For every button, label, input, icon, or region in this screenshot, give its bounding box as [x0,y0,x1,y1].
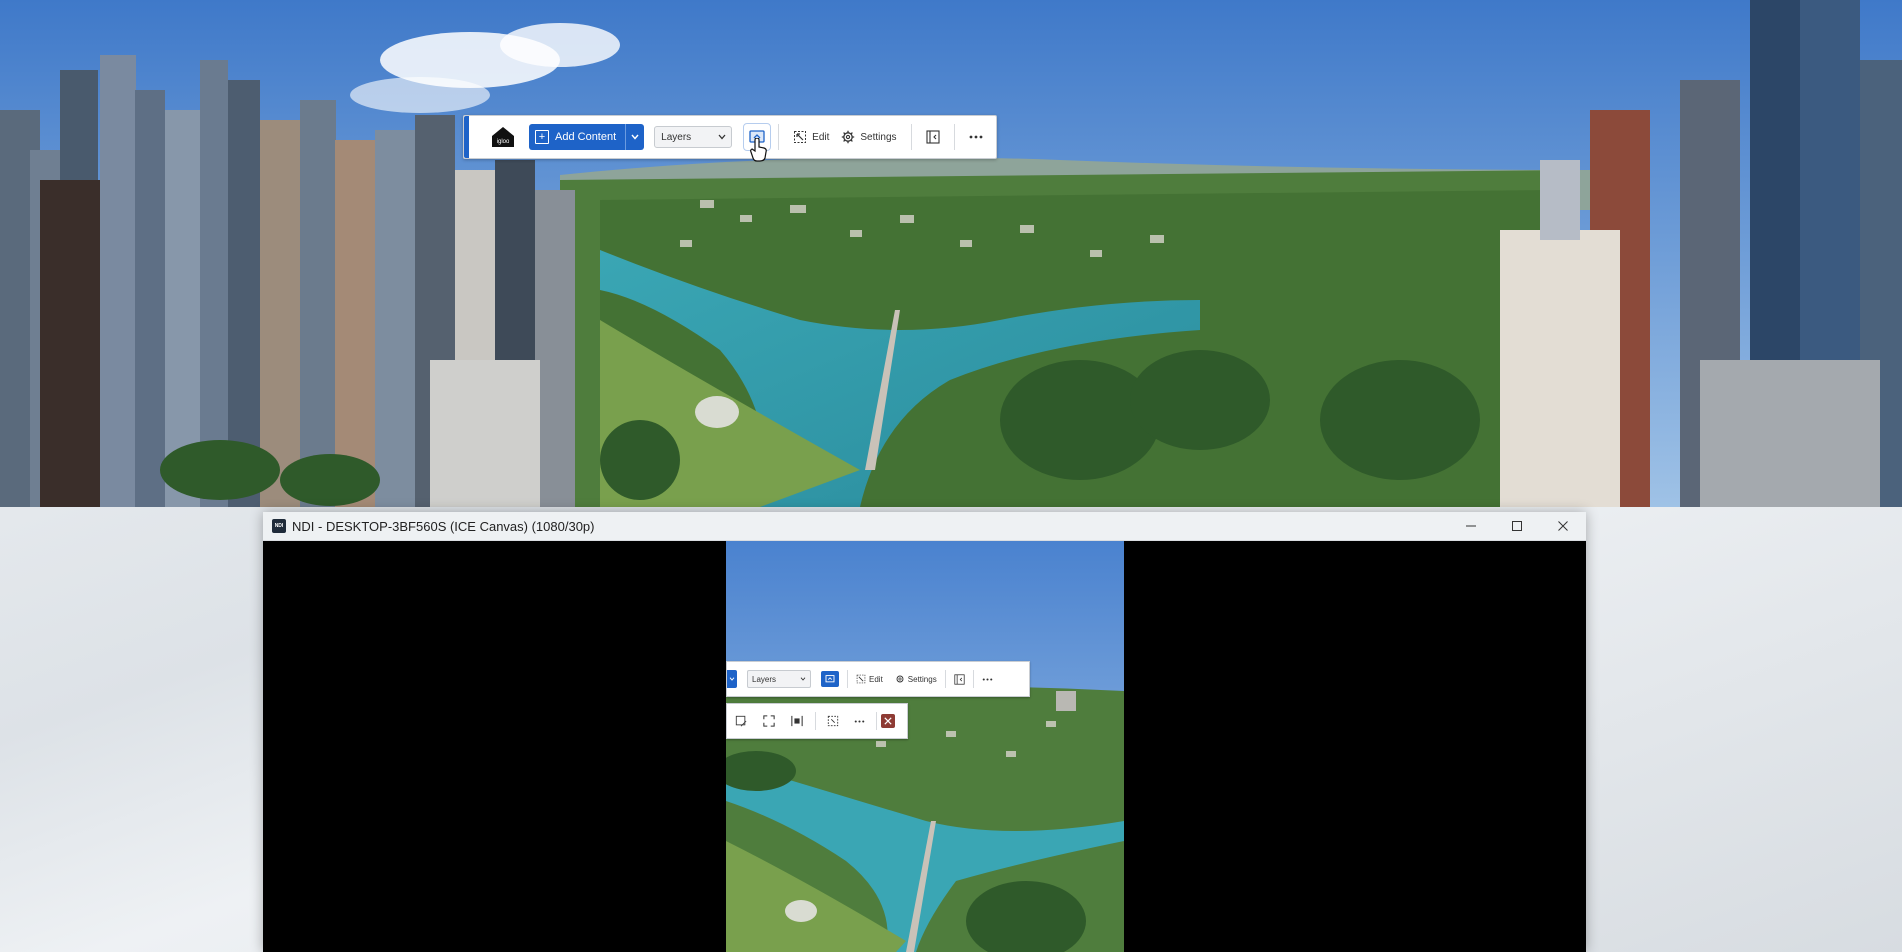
crop-icon [735,715,747,727]
chevron-down-icon [800,677,806,681]
maximize-button[interactable] [1494,512,1540,540]
mirrored-main-toolbar: Layers Edit Settings [726,661,1030,697]
settings-button[interactable]: Settings [835,124,902,150]
ndi-video-feed: Layers Edit Settings [726,541,1124,952]
mirrored-settings-label: Settings [907,674,937,684]
panorama-image [0,0,1902,507]
igloo-logo-icon: igloo [492,127,514,147]
select-icon [827,715,839,727]
edit-label: Edit [812,131,830,143]
window-title: NDI - DESKTOP-3BF560S (ICE Canvas) (1080… [292,518,595,534]
edit-icon [794,131,807,143]
mirrored-layers-select[interactable]: Layers [747,670,811,688]
gear-icon [842,130,855,144]
minimize-button[interactable] [1448,512,1494,540]
ndi-video-area: Layers Edit Settings [263,541,1586,952]
video-frame-image [726,541,1124,952]
mirrored-add-dropdown[interactable] [727,670,737,688]
screen-icon [825,675,835,683]
toolbar-divider [778,124,780,150]
toolbar-divider [815,712,816,730]
delete-icon [884,717,892,725]
fullscreen-button[interactable] [755,715,783,727]
toolbar-divider [953,124,955,150]
plus-icon: + [535,130,549,144]
window-controls [1448,512,1586,540]
add-content-button[interactable]: + Add Content [529,124,626,150]
toolbar-drag-handle[interactable] [464,116,469,158]
main-toolbar: igloo + Add Content Layers Edit Settings [463,115,997,159]
close-icon [1558,521,1568,531]
layers-select-value: Layers [661,131,692,143]
settings-label: Settings [860,131,897,143]
ndi-app-icon-text: NDI [274,523,284,529]
mirrored-edit-label: Edit [869,674,883,684]
toolbar-divider [972,670,974,688]
layers-select[interactable]: Layers [654,126,733,148]
edit-icon [856,674,866,684]
mirrored-edit-toolbar [726,703,908,739]
more-icon [854,719,864,723]
close-button[interactable] [1540,512,1586,540]
hand-cursor-icon [750,138,767,162]
add-content-split-button: + Add Content [529,124,645,150]
ndi-app-icon: NDI [272,519,286,533]
ndi-viewer-window: NDI NDI - DESKTOP-3BF560S (ICE Canvas) (… [263,512,1586,952]
chevron-down-icon [631,134,639,140]
fit-icon [791,715,803,727]
more-button[interactable] [963,124,989,150]
more-icon[interactable] [982,677,993,681]
collapse-panel-button[interactable] [920,124,946,150]
collapse-icon [925,130,940,144]
igloo-logo[interactable]: igloo [491,125,515,149]
window-titlebar[interactable]: NDI NDI - DESKTOP-3BF560S (ICE Canvas) (… [263,512,1586,541]
more-icon [969,135,982,139]
delete-button[interactable] [881,714,895,728]
crop-button[interactable] [727,715,755,727]
toolbar-divider [910,124,912,150]
mirrored-layers-value: Layers [752,674,777,684]
fullscreen-icon [763,715,775,727]
add-content-dropdown-button[interactable] [625,124,645,150]
minimize-icon [1466,525,1476,527]
igloo-logo-text: igloo [497,139,510,145]
mirrored-edit-button[interactable]: Edit [856,674,883,684]
toolbar-divider [944,670,946,688]
add-content-label: Add Content [555,131,617,143]
fit-button[interactable] [783,715,811,727]
toolbar-divider [876,712,877,730]
more-button[interactable] [846,719,872,723]
chevron-down-icon [729,677,735,681]
mirrored-screen-button[interactable] [821,671,839,687]
select-button[interactable] [820,715,846,727]
toolbar-divider [847,670,848,688]
edit-button[interactable]: Edit [787,124,835,150]
collapse-icon[interactable] [954,673,965,685]
gear-icon [896,675,904,683]
maximize-icon [1512,521,1522,531]
chevron-down-icon [718,134,726,140]
mirrored-settings-button[interactable]: Settings [895,674,937,684]
panorama-canvas [0,0,1902,507]
